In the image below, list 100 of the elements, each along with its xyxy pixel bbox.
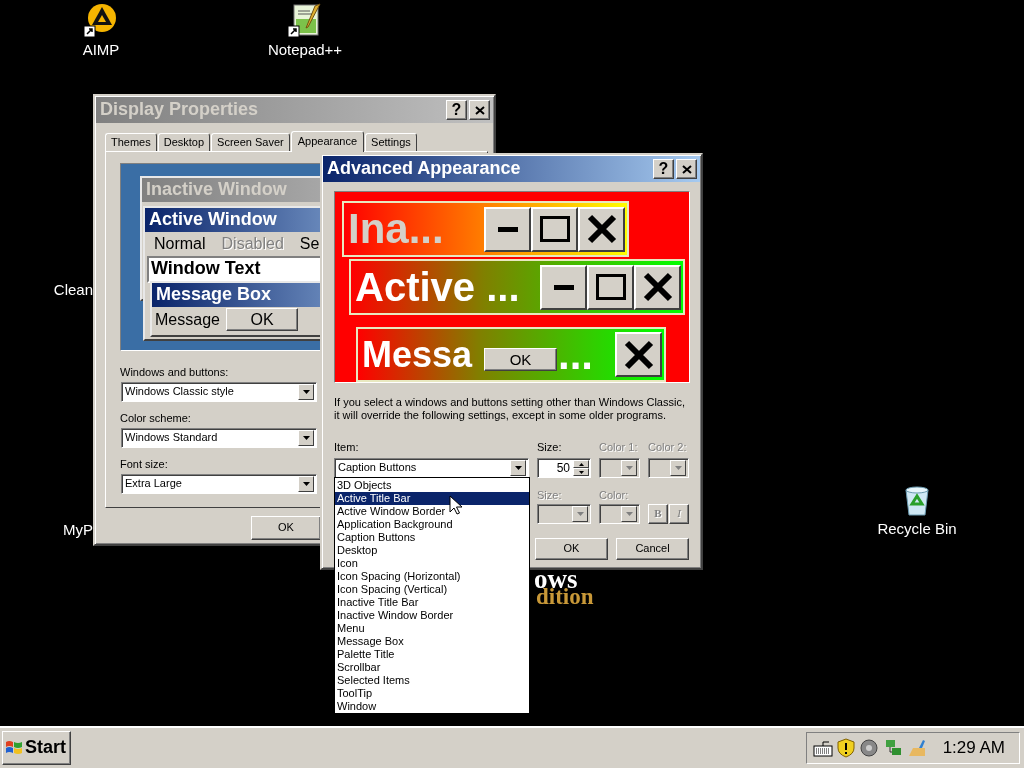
close-button[interactable] xyxy=(469,100,490,120)
field-label: Font size: xyxy=(120,458,168,471)
close-button[interactable] xyxy=(615,332,662,377)
ok-button[interactable]: OK xyxy=(226,308,298,331)
close-icon xyxy=(642,272,673,302)
cursor-icon xyxy=(449,495,462,515)
recycle-bin-icon xyxy=(902,484,932,516)
list-item[interactable]: ToolTip xyxy=(335,687,529,700)
icon-label[interactable]: Notepad++ xyxy=(267,41,343,58)
list-item[interactable]: Caption Buttons xyxy=(335,531,529,544)
windows-logo-icon xyxy=(5,740,23,756)
close-icon xyxy=(586,214,617,244)
field-label: Item: xyxy=(334,441,359,454)
list-item[interactable]: Palette Title xyxy=(335,648,529,661)
list-item[interactable]: Window xyxy=(335,700,529,713)
tab[interactable]: Desktop xyxy=(157,133,211,151)
caret-icon xyxy=(302,436,310,440)
list-item[interactable]: Message Box xyxy=(335,635,529,648)
size-spinner[interactable]: 50 xyxy=(537,458,591,478)
icon-label[interactable]: AIMP xyxy=(82,41,120,58)
minimize-button[interactable] xyxy=(484,206,531,252)
tab[interactable]: Appearance xyxy=(290,131,365,152)
icon-label[interactable]: MyP xyxy=(63,521,93,538)
caret-icon xyxy=(302,482,310,486)
caret-icon xyxy=(674,466,682,470)
window-title: ... xyxy=(558,333,593,376)
disc-icon xyxy=(858,738,879,758)
list-item[interactable]: Scrollbar xyxy=(335,661,529,674)
clock: 1:29 AM xyxy=(942,737,1005,759)
list-item[interactable]: Active Window Border xyxy=(335,505,529,518)
caret-icon xyxy=(625,512,633,516)
field-label: Color scheme: xyxy=(120,412,191,425)
minimize-icon xyxy=(553,284,574,290)
close-button[interactable] xyxy=(676,159,697,179)
arrow-button[interactable] xyxy=(298,430,314,446)
list-item[interactable]: Icon Spacing (Vertical) xyxy=(335,583,529,596)
caret-icon xyxy=(514,466,522,470)
list-item[interactable]: Menu xyxy=(335,622,529,635)
minimize-button[interactable] xyxy=(540,264,587,310)
start-button[interactable]: Start xyxy=(2,731,71,765)
close-icon xyxy=(623,339,654,370)
list-item[interactable]: Inactive Title Bar xyxy=(335,596,529,609)
tab[interactable]: Themes xyxy=(105,133,157,151)
list-item[interactable]: Selected Items xyxy=(335,674,529,687)
caret-icon xyxy=(576,512,584,516)
list-item[interactable]: Application Background xyxy=(335,518,529,531)
window-title: Ina... xyxy=(348,208,445,250)
close-button[interactable] xyxy=(578,206,625,252)
window-title: Display Properties xyxy=(100,99,260,121)
ok-button[interactable]: OK xyxy=(251,516,321,540)
field-label: Color 2: xyxy=(648,441,687,454)
brush-icon xyxy=(906,738,927,758)
close-icon xyxy=(681,164,692,174)
maximize-button[interactable] xyxy=(587,264,634,310)
spin-down-button[interactable] xyxy=(573,468,589,476)
caret-icon xyxy=(302,390,310,394)
maximize-button[interactable] xyxy=(531,206,578,252)
list-item[interactable]: Icon xyxy=(335,557,529,570)
message-text: Message xyxy=(155,310,220,330)
list-item[interactable]: 3D Objects xyxy=(335,479,529,492)
arrow-button[interactable] xyxy=(298,384,314,400)
field-label: Windows and buttons: xyxy=(120,366,229,379)
list-item[interactable]: Desktop xyxy=(335,544,529,557)
ok-button[interactable]: OK xyxy=(484,348,557,371)
icon-label[interactable]: Recycle Bin xyxy=(877,520,957,537)
close-icon xyxy=(474,105,485,115)
field-label: Color 1: xyxy=(599,441,638,454)
keyboard-icon xyxy=(812,739,833,757)
maximize-icon xyxy=(539,216,570,242)
arrow-button[interactable] xyxy=(510,460,526,476)
dropdown[interactable]: Windows Classic style xyxy=(121,382,317,402)
notepad-icon xyxy=(288,3,322,37)
close-button[interactable] xyxy=(634,264,681,310)
field-label: Size: xyxy=(537,489,562,502)
minimize-icon xyxy=(497,226,518,232)
window-title: Active ... xyxy=(355,267,521,307)
item-dropdown[interactable]: Caption Buttons xyxy=(334,458,529,478)
list-item[interactable]: Icon Spacing (Horizontal) xyxy=(335,570,529,583)
menu-item: Disabled xyxy=(221,234,284,254)
dropdown[interactable]: Extra Large xyxy=(121,474,317,494)
field-label: Color: xyxy=(599,489,629,502)
note-text: If you select a windows and buttons setting other than Windows Classic, it will override the following settings, except in some older programs. xyxy=(334,396,686,422)
arrow-button[interactable] xyxy=(298,476,314,492)
tab[interactable]: Settings xyxy=(365,133,417,151)
list-item[interactable]: Inactive Window Border xyxy=(335,609,529,622)
help-button[interactable]: ? xyxy=(653,159,674,179)
help-button[interactable]: ? xyxy=(446,100,467,120)
shield-icon xyxy=(836,738,855,758)
field-label: Size: xyxy=(537,441,562,454)
window-title: Advanced Appearance xyxy=(327,158,522,180)
app-icon xyxy=(84,3,118,37)
list-item[interactable]: Active Title Bar xyxy=(335,492,529,505)
cancel-button[interactable]: Cancel xyxy=(616,538,689,560)
ok-button[interactable]: OK xyxy=(535,538,608,560)
caret-icon xyxy=(625,466,633,470)
maximize-icon xyxy=(595,274,626,300)
spin-up-button[interactable] xyxy=(573,460,589,468)
icon-label[interactable]: Clean xyxy=(53,281,93,298)
dropdown[interactable]: Windows Standard xyxy=(121,428,317,448)
tab[interactable]: Screen Saver xyxy=(211,133,290,151)
